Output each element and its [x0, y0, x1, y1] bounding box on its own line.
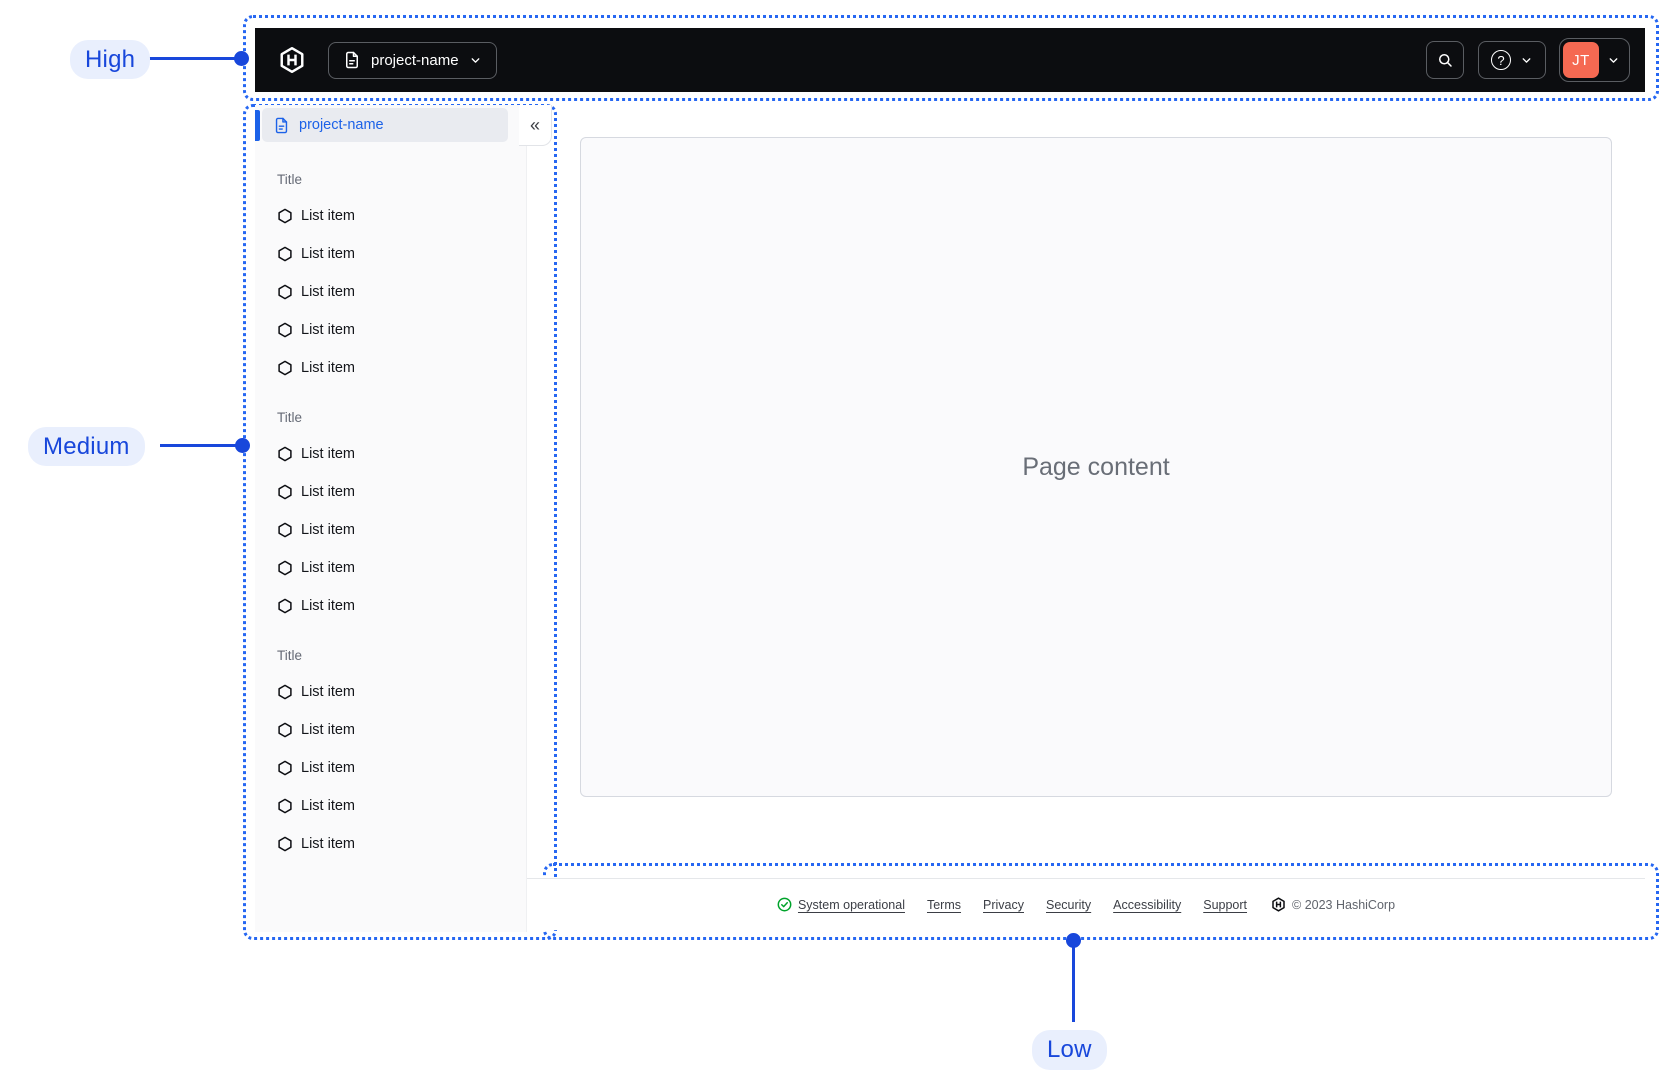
sidebar-item-label: List item: [301, 722, 355, 738]
annotation-label-high: High: [70, 40, 151, 79]
annotation-label-medium: Medium: [28, 427, 145, 466]
sidebar-active-item-label: project-name: [299, 117, 384, 133]
hexagon-icon: [277, 360, 293, 376]
side-navigation: project-name Title List item List item L…: [255, 105, 527, 932]
footer-copyright: © 2023 HashiCorp: [1271, 897, 1395, 912]
page-content-area: Page content: [580, 137, 1612, 797]
sidebar-list-item[interactable]: List item: [277, 587, 508, 625]
hexagon-icon: [277, 208, 293, 224]
sidebar-list-item[interactable]: List item: [277, 235, 508, 273]
footer-link-terms[interactable]: Terms: [927, 898, 961, 912]
sidebar-list-item[interactable]: List item: [277, 473, 508, 511]
sidebar-item-label: List item: [301, 208, 355, 224]
footer-link-security[interactable]: Security: [1046, 898, 1091, 912]
hexagon-icon: [277, 760, 293, 776]
high-connector-line: [145, 57, 235, 60]
sidebar-item-label: List item: [301, 598, 355, 614]
sidebar-list-item[interactable]: List item: [277, 549, 508, 587]
sidebar-item-label: List item: [301, 284, 355, 300]
sidebar-item-label: List item: [301, 560, 355, 576]
sidebar-item-label: List item: [301, 684, 355, 700]
file-text-icon: [343, 51, 361, 69]
high-connector-dot: [234, 51, 249, 66]
hexagon-icon: [277, 836, 293, 852]
sidebar-section-title: Title: [277, 410, 303, 425]
hexagon-icon: [277, 484, 293, 500]
hashicorp-logo-icon: [1271, 897, 1286, 912]
footer-link-privacy[interactable]: Privacy: [983, 898, 1024, 912]
footer-link-accessibility[interactable]: Accessibility: [1113, 898, 1181, 912]
sidebar-section: Title List item List item List item List…: [277, 170, 508, 387]
sidebar-list-item[interactable]: List item: [277, 311, 508, 349]
search-button[interactable]: [1426, 41, 1464, 79]
project-switcher-button[interactable]: project-name: [328, 41, 497, 79]
sidebar-item-label: List item: [301, 760, 355, 776]
low-connector-dot: [1066, 933, 1081, 948]
project-switcher-label: project-name: [371, 51, 459, 69]
user-avatar: JT: [1563, 42, 1599, 78]
low-connector-line: [1072, 947, 1075, 1022]
sidebar-section-title: Title: [277, 172, 303, 187]
sidebar-list-item[interactable]: List item: [277, 511, 508, 549]
annotated-screenshot-canvas: project-name ? JT project-name Title Lis…: [0, 0, 1672, 1078]
sidebar-item-label: List item: [301, 798, 355, 814]
sidebar-item-label: List item: [301, 484, 355, 500]
sidebar-item-project-name[interactable]: project-name: [262, 108, 508, 142]
sidebar-collapse-button[interactable]: «: [519, 105, 552, 146]
footer: System operational Terms Privacy Securit…: [527, 878, 1645, 930]
sidebar-section: Title List item List item List item List…: [277, 408, 508, 625]
hexagon-icon: [277, 684, 293, 700]
system-status-link[interactable]: System operational: [777, 897, 905, 912]
footer-link-support[interactable]: Support: [1203, 898, 1247, 912]
hexagon-icon: [277, 722, 293, 738]
hexagon-icon: [277, 284, 293, 300]
sidebar-item-label: List item: [301, 246, 355, 262]
sidebar-list-item[interactable]: List item: [277, 711, 508, 749]
sidebar-list-item[interactable]: List item: [277, 349, 508, 387]
sidebar-list-item[interactable]: List item: [277, 673, 508, 711]
copyright-text: © 2023 HashiCorp: [1292, 897, 1396, 912]
help-menu-button[interactable]: ?: [1478, 41, 1546, 79]
hexagon-icon: [277, 322, 293, 338]
check-circle-icon: [777, 897, 792, 912]
annotation-label-low: Low: [1032, 1030, 1107, 1070]
sidebar-list-item[interactable]: List item: [277, 197, 508, 235]
page-content-placeholder: Page content: [1022, 452, 1170, 481]
active-item-indicator: [255, 110, 260, 141]
top-navbar: project-name ? JT: [255, 28, 1645, 92]
medium-connector-dot: [235, 438, 250, 453]
user-menu-button[interactable]: JT: [1559, 38, 1630, 82]
hexagon-icon: [277, 446, 293, 462]
help-icon: ?: [1491, 50, 1511, 70]
hexagon-icon: [277, 522, 293, 538]
sidebar-item-label: List item: [301, 522, 355, 538]
sidebar-section: Title List item List item List item List…: [277, 646, 508, 863]
sidebar-list-item[interactable]: List item: [277, 749, 508, 787]
hexagon-icon: [277, 246, 293, 262]
sidebar-list-item[interactable]: List item: [277, 825, 508, 863]
sidebar-sections: Title List item List item List item List…: [255, 170, 526, 863]
status-label: System operational: [797, 897, 905, 912]
collapse-double-chevron-icon: «: [529, 114, 540, 135]
sidebar-item-label: List item: [301, 836, 355, 852]
hexagon-icon: [277, 560, 293, 576]
hexagon-icon: [277, 798, 293, 814]
sidebar-list-item[interactable]: List item: [277, 787, 508, 825]
sidebar-item-label: List item: [301, 322, 355, 338]
sidebar-item-label: List item: [301, 360, 355, 376]
sidebar-item-label: List item: [301, 446, 355, 462]
medium-connector-line: [160, 444, 238, 447]
sidebar-list-item[interactable]: List item: [277, 435, 508, 473]
sidebar-list-item[interactable]: List item: [277, 273, 508, 311]
chevron-down-icon: [469, 54, 482, 67]
file-text-icon: [273, 117, 290, 134]
hexagon-icon: [277, 598, 293, 614]
chevron-down-icon: [1520, 54, 1533, 67]
chevron-down-icon: [1607, 54, 1620, 67]
search-icon: [1436, 51, 1454, 69]
sidebar-section-title: Title: [277, 648, 303, 663]
hashicorp-logo-icon: [278, 46, 306, 74]
